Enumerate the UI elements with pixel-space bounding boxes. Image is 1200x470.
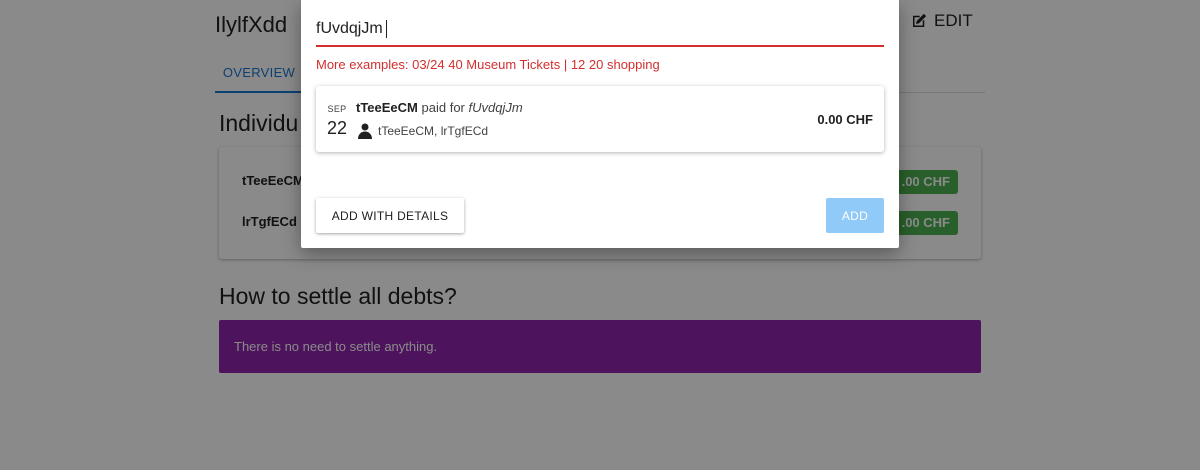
add-with-details-button[interactable]: ADD WITH DETAILS <box>316 198 464 233</box>
paid-for-text: paid for <box>421 100 465 115</box>
expense-input[interactable] <box>316 12 884 47</box>
add-button[interactable]: ADD <box>826 198 884 233</box>
participants-list: tTeeEeCM, lrTgfECd <box>378 124 489 138</box>
expense-preview-card: SEP 22 tTeeEeCM paid for fUvdqjJm tTeeEe… <box>316 86 884 152</box>
date-month: SEP <box>327 104 347 114</box>
participants: tTeeEeCM, lrTgfECd <box>358 123 488 139</box>
preview-amount: 0.00 CHF <box>817 112 873 127</box>
preview-title: tTeeEeCM paid for fUvdqjJm <box>356 100 523 116</box>
payer-name: tTeeEeCM <box>356 100 418 115</box>
add-expense-dialog: More examples: 03/24 40 Museum Tickets |… <box>301 0 899 248</box>
person-icon <box>358 123 372 139</box>
expense-description: fUvdqjJm <box>468 100 523 115</box>
date-day: 22 <box>326 118 348 138</box>
input-hint: More examples: 03/24 40 Museum Tickets |… <box>316 57 660 72</box>
text-caret <box>386 20 387 38</box>
page: IlylfXdd EDIT OVERVIEW Individu tTeeEeCM… <box>0 0 1200 470</box>
